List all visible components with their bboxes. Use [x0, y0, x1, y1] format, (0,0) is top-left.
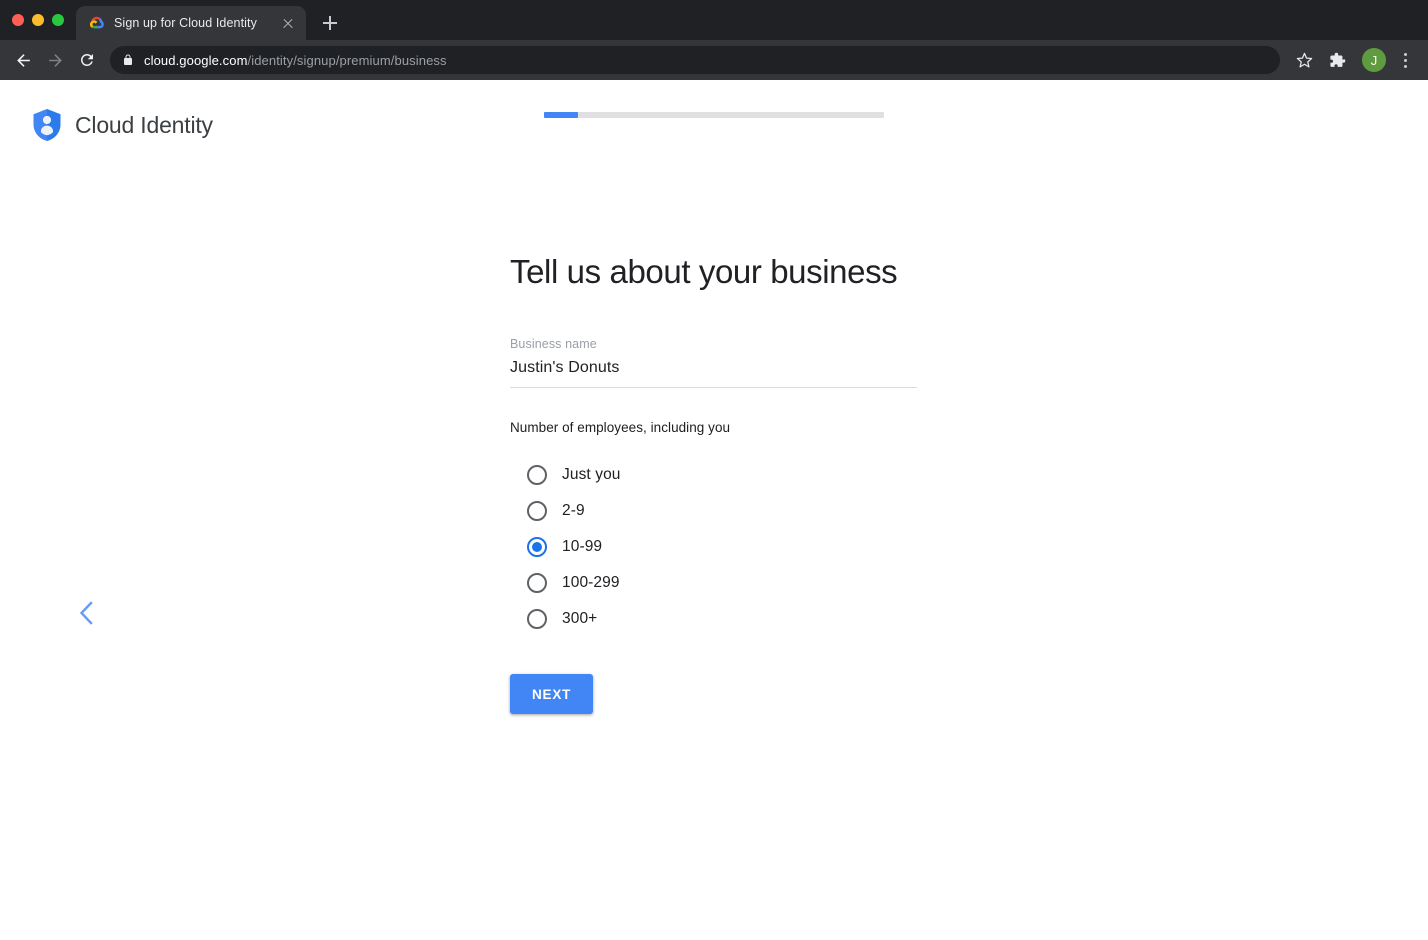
puzzle-piece-icon [1329, 52, 1345, 67]
employees-option-just-you[interactable]: Just you [527, 457, 930, 493]
radio-button[interactable] [527, 608, 547, 629]
url-path: /identity/signup/premium/business [247, 52, 447, 68]
business-name-label: Business name [510, 336, 597, 351]
browser-window: Sign up for Cloud Identity cloud.google.… [0, 0, 1428, 940]
signup-progress-bar [544, 112, 884, 118]
radio-label: Just you [562, 465, 621, 483]
menu-dot [1403, 52, 1407, 56]
employees-option-100-299[interactable]: 100-299 [527, 565, 930, 601]
page-title: Tell us about your business [510, 253, 898, 290]
brand-name: Cloud Identity [75, 111, 213, 138]
business-name-field[interactable]: Business name Justin's Donuts [510, 337, 930, 388]
url-host: cloud.google.com [144, 52, 248, 68]
reload-button[interactable] [72, 45, 102, 75]
radio-button[interactable] [527, 464, 547, 485]
close-window-button[interactable] [12, 14, 24, 26]
back-arrow-icon [16, 53, 30, 67]
menu-dot [1403, 58, 1407, 62]
google-cloud-icon [89, 16, 104, 29]
browser-tab[interactable]: Sign up for Cloud Identity [76, 6, 306, 40]
business-name-input[interactable]: Justin's Donuts [510, 359, 917, 388]
radio-label: 300+ [562, 609, 598, 627]
employees-group-label: Number of employees, including you [510, 419, 731, 435]
back-button[interactable] [8, 45, 38, 75]
employees-option-300[interactable]: 300+ [527, 601, 930, 637]
bookmark-button[interactable] [1290, 46, 1318, 74]
radio-button[interactable] [527, 572, 547, 593]
chevron-left-icon [79, 601, 93, 625]
cloud-identity-shield-icon [33, 109, 61, 141]
minimize-window-button[interactable] [32, 14, 44, 26]
reload-icon [80, 53, 93, 66]
extensions-button[interactable] [1322, 45, 1352, 75]
window-controls [10, 0, 76, 40]
tab-strip: Sign up for Cloud Identity [0, 0, 1428, 40]
back-step-button[interactable] [72, 598, 100, 628]
radio-label: 2-9 [562, 501, 585, 519]
radio-label: 100-299 [562, 573, 620, 591]
employees-radio-group: Just you 2-9 10-99 100-299 300+ [527, 457, 930, 637]
signup-form: Tell us about your business Business nam… [510, 252, 930, 714]
employees-option-10-99[interactable]: 10-99 [527, 529, 930, 565]
radio-button[interactable] [527, 536, 547, 557]
forward-button[interactable] [40, 45, 70, 75]
employees-option-2-9[interactable]: 2-9 [527, 493, 930, 529]
forward-arrow-icon [48, 53, 62, 67]
cloud-identity-brand: Cloud Identity [32, 108, 213, 142]
star-icon [1296, 52, 1312, 68]
next-button[interactable]: NEXT [510, 673, 594, 714]
new-tab-button[interactable] [316, 9, 344, 37]
radio-button[interactable] [527, 500, 547, 521]
lock-icon [124, 54, 132, 65]
page-content: Cloud Identity Tell us about your busine… [0, 80, 1428, 940]
radio-label: 10-99 [562, 537, 603, 555]
progress-fill [544, 112, 578, 118]
chrome-menu-button[interactable] [1392, 46, 1418, 74]
url-text: cloud.google.com/identity/signup/premium… [144, 53, 447, 68]
tab-title: Sign up for Cloud Identity [114, 16, 257, 30]
profile-avatar[interactable]: J [1362, 48, 1386, 72]
menu-dot [1403, 64, 1407, 68]
browser-toolbar: cloud.google.com/identity/signup/premium… [0, 40, 1428, 80]
maximize-window-button[interactable] [52, 14, 64, 26]
close-tab-icon[interactable] [280, 15, 296, 31]
address-bar[interactable]: cloud.google.com/identity/signup/premium… [110, 46, 1280, 74]
